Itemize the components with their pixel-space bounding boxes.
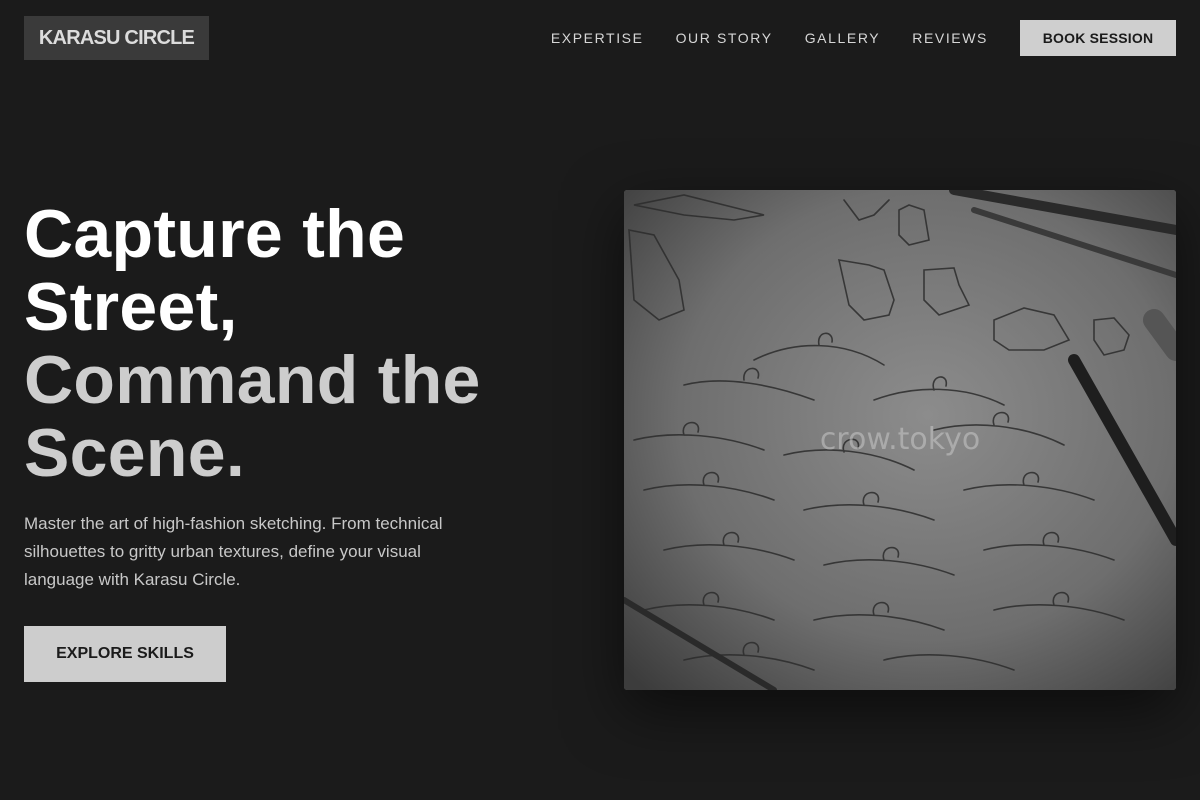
nav-item-reviews[interactable]: REVIEWS (912, 30, 988, 46)
hero-title: Capture the Street, Command the Scene. (24, 198, 584, 490)
book-session-button[interactable]: BOOK SESSION (1020, 20, 1176, 56)
image-watermark: crow.tokyo (819, 422, 981, 457)
main-nav: EXPERTISE OUR STORY GALLERY REVIEWS BOOK… (551, 20, 1176, 56)
brand-logo[interactable]: KARASU CIRCLE (24, 16, 209, 60)
hero-image: crow.tokyo (624, 190, 1176, 690)
nav-item-our-story[interactable]: OUR STORY (676, 30, 773, 46)
explore-skills-button[interactable]: EXPLORE SKILLS (24, 626, 226, 682)
nav-item-expertise[interactable]: EXPERTISE (551, 30, 644, 46)
brand-name: KARASU CIRCLE (38, 26, 195, 49)
hero-title-line-1: Capture the Street, (24, 196, 406, 345)
page: KARASU CIRCLE EXPERTISE OUR STORY GALLER… (0, 0, 1200, 800)
nav-item-gallery[interactable]: GALLERY (805, 30, 881, 46)
hero-description: Master the art of high-fashion sketching… (24, 514, 443, 589)
hero-title-line-2: Command the Scene. (24, 342, 481, 491)
